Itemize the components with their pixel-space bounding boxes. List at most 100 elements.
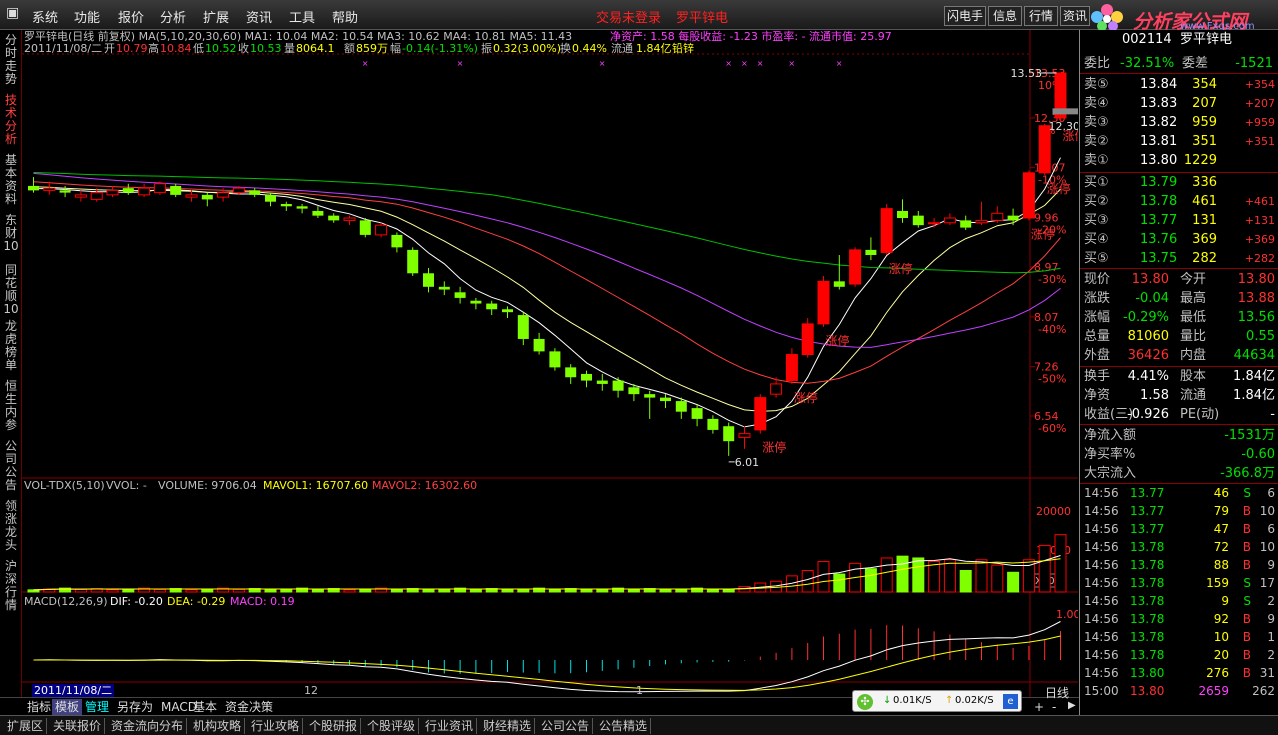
volume-bars — [27, 534, 1067, 593]
tab-technical[interactable]: 技术分析 — [3, 94, 19, 146]
ext-tab-10[interactable]: 公告精选 — [596, 718, 652, 734]
ext-tab-0[interactable]: 扩展区 — [4, 718, 48, 734]
tab-save-as[interactable]: 另存为 — [114, 699, 156, 715]
tab-template[interactable]: 模板 — [52, 699, 83, 715]
tab-manage[interactable]: 管理 — [82, 699, 112, 715]
event-marker: × — [836, 59, 843, 68]
ext-tab-1[interactable]: 关联报价 — [50, 718, 106, 734]
ext-tab-4[interactable]: 行业攻略 — [248, 718, 304, 734]
ext-tab-7[interactable]: 行业资讯 — [422, 718, 478, 734]
tick-side: B — [1242, 666, 1251, 680]
ext-tab-9[interactable]: 公司公告 — [538, 718, 594, 734]
tick-count: 6 — [1267, 522, 1275, 536]
tick-count: 9 — [1267, 612, 1275, 626]
sell-level-label: 卖② — [1084, 134, 1109, 149]
tick-side: B — [1242, 630, 1251, 644]
high-value: 10.84 — [160, 42, 192, 55]
tab-intraday[interactable]: 分时走势 — [3, 34, 19, 86]
candle-body — [185, 194, 198, 198]
tab-basic[interactable]: 基本 — [190, 699, 220, 715]
menu-function[interactable]: 功能 — [74, 7, 100, 26]
candle-body — [249, 190, 261, 195]
candle-body — [612, 380, 624, 391]
ext-tab-5[interactable]: 个股研报 — [306, 718, 362, 734]
sell-volume: 1229 — [1183, 153, 1217, 168]
tick-count: 2 — [1267, 594, 1275, 608]
zoom-in-icon[interactable]: + — [1034, 700, 1044, 714]
flash-trade-button[interactable]: 闪电手 — [944, 6, 986, 26]
ext-tab-8[interactable]: 财经精选 — [480, 718, 536, 734]
stat2-label-2: 流通 — [1180, 388, 1207, 403]
stat-value-2: 13.80 — [1237, 272, 1275, 287]
tab-hengsheng[interactable]: 恒生内参 — [3, 380, 19, 432]
volume-bar — [390, 588, 403, 593]
volume-value: 8064.1 — [296, 42, 335, 55]
menu-tools[interactable]: 工具 — [289, 7, 315, 26]
tab-tonghuashun[interactable]: 同花顺10 — [3, 264, 19, 316]
candle-body — [723, 426, 735, 442]
app-logo-icon[interactable]: ▣ — [6, 5, 22, 23]
tab-eastmoney[interactable]: 东财10 — [3, 214, 19, 253]
menu-help[interactable]: 帮助 — [332, 7, 358, 26]
event-marker: × — [599, 59, 606, 68]
candle-body — [486, 303, 498, 310]
network-speed-widget[interactable]: ✣ ↓ 0.01K/S ↑ 0.02K/S e — [852, 690, 1022, 712]
scroll-right-icon[interactable]: ▶ — [1068, 700, 1076, 711]
tab-announcements[interactable]: 公司公告 — [3, 440, 19, 492]
ext-tab-2[interactable]: 资金流向分布 — [108, 718, 188, 734]
candle-body — [280, 203, 292, 207]
buy-level-row: 买② 13.78 461 +461 — [1080, 192, 1278, 211]
menu-quote[interactable]: 报价 — [118, 7, 144, 26]
tick-side: S — [1243, 594, 1251, 608]
stat-value: -0.04 — [1135, 291, 1169, 306]
stat-label-2: 内盘 — [1180, 348, 1207, 363]
stat-row: 现价 13.80 今开 13.80 — [1080, 270, 1278, 289]
macd-axis-1: 1.00 — [1056, 608, 1078, 621]
weicha-label: 委差 — [1182, 56, 1209, 71]
sell-level-row: 卖③ 13.82 959 +959 — [1080, 113, 1278, 132]
candle-body — [581, 373, 592, 381]
tab-indicator[interactable]: 指标 — [24, 699, 54, 715]
amplitude-value: 0.32(3.00%) — [493, 42, 561, 55]
amplitude-label: 振 — [481, 41, 492, 55]
tick-row: 14:56 13.77 46 S 6 — [1080, 484, 1278, 503]
stock-code: 002114 — [1122, 32, 1172, 47]
candle-body — [865, 249, 877, 255]
kline-chart[interactable]: 罗平锌电(日线 前复权) MA(5,10,20,30,60) MA1: 10.0… — [22, 30, 1078, 697]
stat2-label-2: PE(动) — [1180, 407, 1220, 422]
candle-body — [770, 383, 783, 395]
zoom-out-icon[interactable]: - — [1052, 700, 1056, 714]
volume-bar — [74, 588, 87, 593]
volume-axis-20000: 20000 — [1036, 505, 1071, 518]
period-daily[interactable]: 日线 — [1042, 685, 1072, 701]
tab-shsz-market[interactable]: 沪深行情 — [3, 560, 19, 612]
stat-value: 13.80 — [1131, 272, 1169, 287]
change-value: -0.14(-1.31%) — [402, 42, 478, 55]
volume-bar — [106, 589, 119, 593]
tick-row: 15:00 13.80 2659 262 — [1080, 682, 1278, 701]
volume-bar — [817, 561, 830, 593]
menu-news[interactable]: 资讯 — [246, 7, 272, 26]
stat-value: 36426 — [1127, 348, 1169, 363]
tick-count: 9 — [1267, 558, 1275, 572]
candle-body — [265, 194, 276, 202]
menu-extension[interactable]: 扩展 — [203, 7, 229, 26]
info-button[interactable]: 信息 — [988, 6, 1022, 26]
market-button[interactable]: 行情 — [1024, 6, 1058, 26]
ext-tab-3[interactable]: 机构攻略 — [190, 718, 246, 734]
tab-fund-decision[interactable]: 资金决策 — [222, 699, 276, 715]
tab-fundamentals[interactable]: 基本资料 — [3, 154, 19, 206]
tick-volume: 46 — [1213, 486, 1229, 500]
tick-volume: 92 — [1213, 612, 1229, 626]
macd-indicator-name: MACD(12,26,9) — [24, 595, 108, 608]
menu-system[interactable]: 系统 — [32, 7, 58, 26]
flow-label: 净流入额 — [1084, 428, 1137, 443]
buy-level-row: 买④ 13.76 369 +369 — [1080, 230, 1278, 249]
stat2-value-2: 1.84亿 — [1233, 388, 1275, 403]
tab-dragon-tiger[interactable]: 龙虎榜单 — [3, 320, 19, 372]
ext-tab-6[interactable]: 个股评级 — [364, 718, 420, 734]
menu-analysis[interactable]: 分析 — [160, 7, 186, 26]
event-marker: × — [457, 59, 464, 68]
volume-bar — [501, 589, 514, 593]
tab-leaders[interactable]: 领涨龙头 — [3, 500, 19, 552]
